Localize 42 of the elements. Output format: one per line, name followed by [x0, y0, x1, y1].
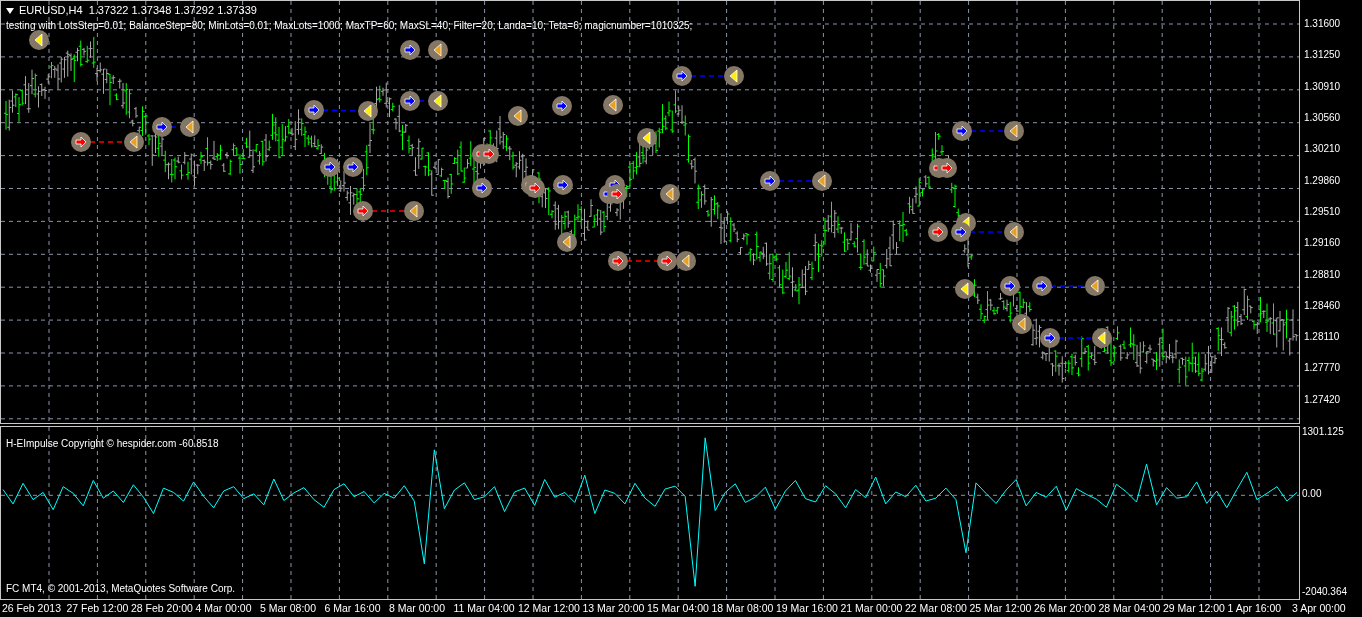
indicator-scale-label: 0.00 — [1301, 488, 1322, 501]
time-label: 28 Mar 04:00 — [1098, 601, 1162, 616]
indicator-scale-label: -2040.364 — [1301, 586, 1348, 598]
time-label: 6 Mar 16:00 — [324, 601, 382, 616]
time-label: 15 Mar 04:00 — [647, 601, 710, 616]
price-label: 1.31600 — [1303, 17, 1342, 31]
time-label: 1 Apr 16:00 — [1227, 601, 1283, 616]
price-label: 1.30560 — [1303, 110, 1342, 125]
price-label: 1.30210 — [1303, 142, 1342, 157]
indicator-scale-label: 1301.125 — [1301, 426, 1344, 438]
copyright-footer: FC MT4, © 2001-2013, MetaQuotes Software Corp. — [6, 583, 236, 594]
price-label: 1.27420 — [1303, 392, 1342, 407]
time-label: 18 Mar 08:00 — [711, 601, 775, 616]
time-label: 8 Mar 00:00 — [389, 601, 447, 616]
time-label: 22 Mar 08:00 — [905, 601, 968, 616]
time-label: 19 Mar 16:00 — [776, 601, 839, 616]
time-label: 29 Mar 12:00 — [1163, 601, 1226, 616]
time-label: 4 Mar 00:00 — [195, 601, 253, 616]
price-label: 1.29160 — [1303, 236, 1342, 251]
dropdown-triangle-icon[interactable] — [6, 7, 14, 14]
price-label: 1.29510 — [1303, 204, 1342, 219]
expert-comment: testing with LotsStep=0.01; BalanceStep=80; MinLots=0.01; MaxLots=1000; MaxTP=60; MaxSL=40; Filter=20; Landa=10; Teta=6; magicnumber=1010325; — [6, 19, 693, 32]
chart-header: EURUSD,H4 1.37322 1.37348 1.37292 1.37339 — [19, 4, 257, 17]
price-label: 1.30910 — [1303, 79, 1342, 94]
price-label: 1.27770 — [1303, 361, 1342, 376]
price-label: 1.28110 — [1303, 330, 1341, 345]
time-label: 11 Mar 04:00 — [453, 601, 516, 616]
time-label: 21 Mar 00:00 — [840, 601, 904, 616]
time-label: 26 Feb 2013 — [2, 601, 62, 616]
time-label: 3 Apr 00:00 — [1292, 601, 1347, 616]
time-label: 12 Mar 12:00 — [518, 601, 581, 616]
time-label: 25 Mar 12:00 — [969, 601, 1033, 616]
price-label: 1.31250 — [1303, 48, 1342, 63]
time-label: 27 Feb 12:00 — [66, 601, 130, 616]
time-label: 5 Mar 08:00 — [260, 601, 318, 616]
indicator-title: H-EImpulse Copyright © hespider.com -60.8518 — [6, 438, 219, 449]
price-label: 1.28810 — [1303, 267, 1342, 282]
price-label: 1.29860 — [1303, 173, 1342, 188]
time-label: 28 Feb 20:00 — [131, 601, 194, 616]
time-label: 26 Mar 20:00 — [1034, 601, 1097, 616]
time-label: 13 Mar 20:00 — [582, 601, 646, 616]
price-label: 1.28460 — [1303, 298, 1342, 313]
